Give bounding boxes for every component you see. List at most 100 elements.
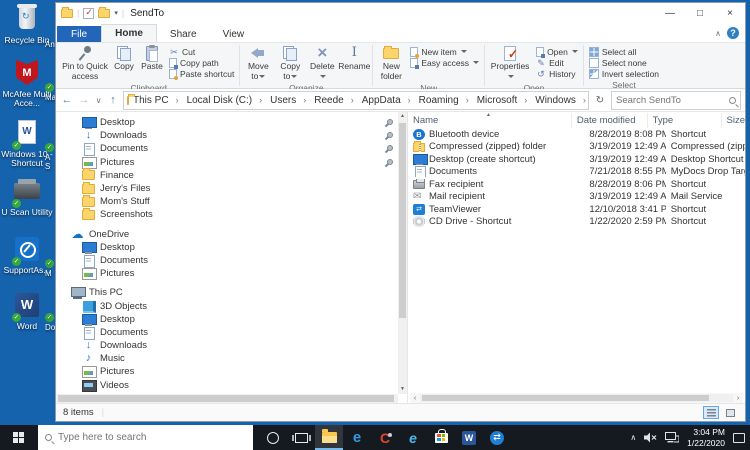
network-icon[interactable] bbox=[665, 432, 679, 443]
new-folder-button[interactable]: New folder bbox=[375, 44, 407, 82]
nav-item-finance[interactable]: Finance bbox=[56, 169, 407, 182]
minimize-button[interactable]: — bbox=[655, 3, 685, 23]
copy-button[interactable]: Copy bbox=[110, 44, 138, 73]
file-row-fax-recipient[interactable]: Fax recipient 8/28/2019 8:06 PM Shortcut bbox=[408, 178, 745, 191]
delete-button[interactable]: × Delete bbox=[306, 44, 338, 82]
nav-item-quick-pictures[interactable]: Pictures bbox=[56, 156, 407, 169]
cut-button[interactable]: ✂ Cut bbox=[166, 46, 237, 57]
file-row-cd-drive-shortcut[interactable]: CD Drive - Shortcut 1/22/2020 2:59 PM Sh… bbox=[408, 216, 745, 229]
scroll-right-icon[interactable]: › bbox=[733, 395, 743, 402]
collapse-ribbon-icon[interactable]: ∧ bbox=[715, 29, 721, 38]
tab-share[interactable]: Share bbox=[157, 26, 210, 42]
qat-customize-chevron-icon[interactable]: ▾ bbox=[114, 9, 118, 17]
back-icon[interactable]: ← bbox=[60, 94, 74, 106]
tab-file[interactable]: File bbox=[57, 26, 101, 42]
teamviewer-button[interactable]: ⇄ bbox=[483, 425, 511, 450]
details-view-button[interactable] bbox=[703, 406, 719, 419]
breadcrumb-reede[interactable]: Reede bbox=[310, 95, 357, 106]
help-icon[interactable]: ? bbox=[727, 27, 739, 39]
column-header-type[interactable]: Type bbox=[648, 113, 722, 128]
maximize-button[interactable]: □ bbox=[685, 3, 715, 23]
breadcrumb-microsoft[interactable]: Microsoft bbox=[473, 95, 532, 106]
file-row-desktop-create-shortcut[interactable]: Desktop (create shortcut) 3/19/2019 12:4… bbox=[408, 153, 745, 166]
ccleaner-button[interactable]: C bbox=[371, 425, 399, 450]
file-row-documents[interactable]: Documents 7/21/2018 8:55 PM MyDocs Drop … bbox=[408, 166, 745, 179]
history-button[interactable]: ↺ History bbox=[533, 68, 581, 79]
tab-home[interactable]: Home bbox=[101, 24, 157, 42]
paste-button[interactable]: Paste bbox=[138, 44, 166, 73]
file-row-teamviewer[interactable]: ⇄TeamViewer 12/10/2018 3:41 PM Shortcut bbox=[408, 203, 745, 216]
select-none-button[interactable]: Select none bbox=[586, 57, 662, 68]
internet-explorer-button[interactable]: e bbox=[399, 425, 427, 450]
microsoft-store-button[interactable] bbox=[427, 425, 455, 450]
forward-icon[interactable]: → bbox=[77, 94, 91, 106]
file-row-compressed-folder[interactable]: Compressed (zipped) folder 3/19/2019 12:… bbox=[408, 141, 745, 154]
nav-item-quick-downloads[interactable]: ↓Downloads bbox=[56, 129, 407, 142]
nav-item-onedrive[interactable]: ☁OneDrive bbox=[56, 228, 407, 241]
column-header-size[interactable]: Size bbox=[722, 113, 745, 128]
action-center-icon[interactable] bbox=[733, 433, 745, 443]
search-input[interactable] bbox=[616, 95, 726, 106]
scrollbar-thumb[interactable] bbox=[399, 123, 406, 318]
nav-item-screenshots[interactable]: Screenshots bbox=[56, 208, 407, 221]
clock[interactable]: 3:04 PM 1/22/2020 bbox=[687, 427, 725, 448]
scrollbar-thumb[interactable] bbox=[58, 395, 394, 402]
tab-view[interactable]: View bbox=[210, 26, 258, 42]
properties-button[interactable]: Properties bbox=[487, 44, 533, 82]
select-all-button[interactable]: Select all bbox=[586, 46, 662, 57]
nav-item-pc-desktop[interactable]: Desktop bbox=[56, 313, 407, 326]
large-icons-view-button[interactable] bbox=[722, 406, 738, 419]
breadcrumb[interactable]: This PC Local Disk (C:) Users Reede AppD… bbox=[123, 91, 589, 110]
nav-horizontal-scrollbar[interactable] bbox=[56, 394, 398, 403]
cortana-button[interactable] bbox=[259, 425, 287, 450]
scroll-down-icon[interactable]: ▼ bbox=[398, 385, 407, 394]
nav-item-onedrive-pictures[interactable]: Pictures bbox=[56, 267, 407, 280]
scroll-left-icon[interactable]: ‹ bbox=[410, 395, 420, 402]
copy-path-button[interactable]: Copy path bbox=[166, 57, 237, 68]
nav-item-quick-documents[interactable]: Documents bbox=[56, 142, 407, 155]
recent-locations-chevron-icon[interactable]: ∨ bbox=[94, 96, 103, 105]
new-item-button[interactable]: New item bbox=[407, 46, 482, 57]
task-view-button[interactable] bbox=[287, 425, 315, 450]
nav-item-moms-stuff[interactable]: Mom's Stuff bbox=[56, 195, 407, 208]
nav-item-onedrive-desktop[interactable]: Desktop bbox=[56, 241, 407, 254]
breadcrumb-windows[interactable]: Windows bbox=[531, 95, 589, 106]
nav-item-pc-downloads[interactable]: ↓Downloads bbox=[56, 339, 407, 352]
nav-item-pc-videos[interactable]: Videos bbox=[56, 379, 407, 392]
taskbar-search-input[interactable] bbox=[58, 432, 246, 443]
start-button[interactable] bbox=[0, 425, 38, 450]
open-button[interactable]: Open bbox=[533, 46, 581, 57]
hidden-icons-chevron-icon[interactable]: ∧ bbox=[630, 433, 636, 442]
breadcrumb-local-disk[interactable]: Local Disk (C:) bbox=[183, 95, 267, 106]
qat-properties-icon[interactable] bbox=[83, 8, 94, 19]
rename-button[interactable]: I Rename bbox=[338, 44, 370, 73]
nav-item-this-pc[interactable]: This PC bbox=[56, 286, 407, 299]
breadcrumb-users[interactable]: Users bbox=[266, 95, 310, 106]
edge-button[interactable]: e bbox=[343, 425, 371, 450]
nav-vertical-scrollbar[interactable]: ▲ ▼ bbox=[398, 112, 407, 394]
refresh-icon[interactable]: ↻ bbox=[592, 95, 608, 106]
file-row-mail-recipient[interactable]: ✉Mail recipient 3/19/2019 12:49 AM Mail … bbox=[408, 191, 745, 204]
nav-item-onedrive-documents[interactable]: Documents bbox=[56, 254, 407, 267]
invert-selection-button[interactable]: Invert selection bbox=[586, 68, 662, 79]
nav-item-pc-documents[interactable]: Documents bbox=[56, 326, 407, 339]
nav-item-3d-objects[interactable]: 3D Objects bbox=[56, 299, 407, 312]
scroll-up-icon[interactable]: ▲ bbox=[398, 112, 407, 121]
scrollbar-track[interactable] bbox=[420, 394, 733, 402]
easy-access-button[interactable]: Easy access bbox=[407, 57, 482, 68]
close-button[interactable]: × bbox=[715, 3, 745, 23]
up-icon[interactable]: ↑ bbox=[106, 94, 120, 106]
file-explorer-button[interactable] bbox=[315, 425, 343, 450]
nav-item-pc-music[interactable]: ♪Music bbox=[56, 352, 407, 365]
column-header-date-modified[interactable]: Date modified bbox=[572, 113, 648, 128]
breadcrumb-roaming[interactable]: Roaming bbox=[415, 95, 473, 106]
search-box[interactable] bbox=[611, 91, 741, 110]
pin-to-quick-access-button[interactable]: Pin to Quick access bbox=[60, 44, 110, 82]
word-button[interactable]: W bbox=[455, 425, 483, 450]
breadcrumb-this-pc[interactable]: This PC bbox=[129, 95, 183, 106]
edit-button[interactable]: ✎ Edit bbox=[533, 57, 581, 68]
paste-shortcut-button[interactable]: Paste shortcut bbox=[166, 68, 237, 79]
qat-new-folder-icon[interactable] bbox=[98, 9, 110, 18]
move-to-button[interactable]: Move to bbox=[242, 44, 274, 82]
file-row-bluetooth-device[interactable]: BBluetooth device 8/28/2019 8:08 PM Shor… bbox=[408, 128, 745, 141]
